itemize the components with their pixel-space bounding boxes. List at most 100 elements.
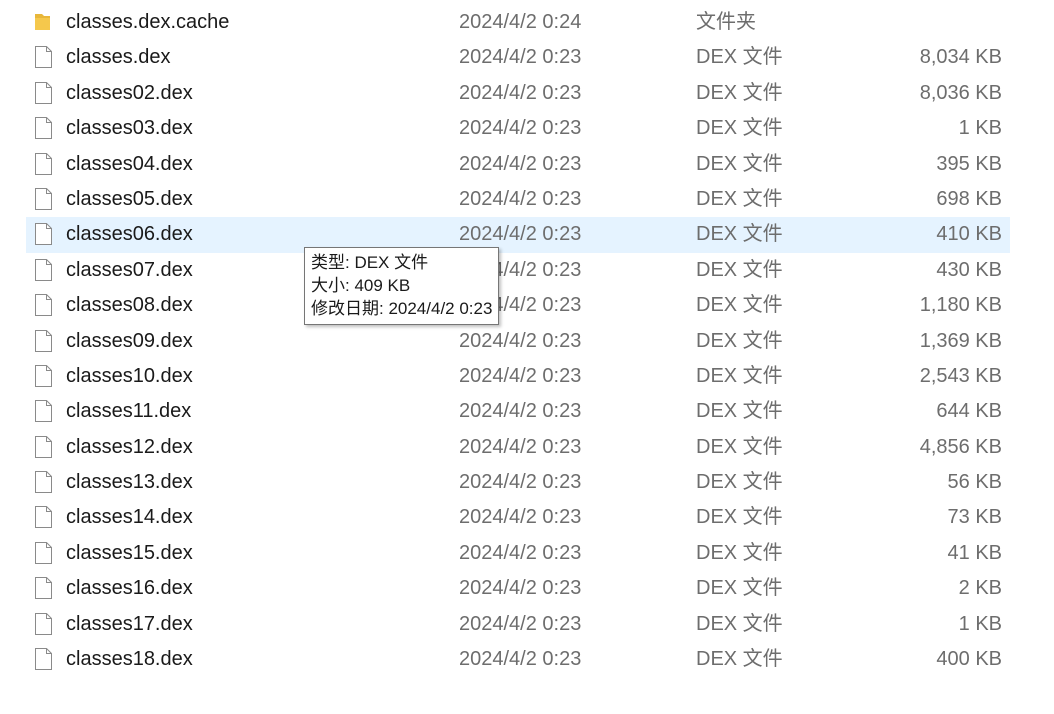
file-row[interactable]: classes06.dex 2024/4/2 0:23 DEX 文件 410 KB <box>26 217 1010 253</box>
file-icon <box>35 571 57 606</box>
file-row[interactable]: classes.dex 2024/4/2 0:23 DEX 文件 8,034 KB <box>26 40 1010 75</box>
file-size: 400 KB <box>936 648 1002 671</box>
file-type: DEX 文件 <box>696 471 783 494</box>
file-size: 41 KB <box>947 541 1002 564</box>
file-icon <box>35 359 57 394</box>
file-row[interactable]: classes04.dex 2024/4/2 0:23 DEX 文件 395 KB <box>26 147 1010 182</box>
file-name: classes14.dex <box>66 506 193 529</box>
file-row[interactable]: classes17.dex 2024/4/2 0:23 DEX 文件 1 KB <box>26 607 1010 642</box>
file-icon <box>35 111 57 146</box>
file-size: 644 KB <box>936 400 1002 423</box>
file-name: classes04.dex <box>66 152 193 175</box>
file-size: 1 KB <box>958 612 1002 635</box>
file-name: classes17.dex <box>66 612 193 635</box>
file-icon <box>35 394 57 429</box>
tooltip-size: 大小: 409 KB <box>311 276 411 295</box>
file-name: classes06.dex <box>66 223 193 246</box>
file-date: 2024/4/2 0:23 <box>459 648 582 671</box>
file-size: 410 KB <box>936 223 1002 246</box>
file-icon <box>35 642 57 677</box>
file-list: classes.dex.cache 2024/4/2 0:24 文件夹 classes… <box>0 5 1054 677</box>
file-row[interactable]: classes03.dex 2024/4/2 0:23 DEX 文件 1 KB <box>26 111 1010 146</box>
file-icon <box>35 182 57 217</box>
file-row[interactable]: classes05.dex 2024/4/2 0:23 DEX 文件 698 KB <box>26 182 1010 217</box>
file-size: 73 KB <box>947 506 1002 529</box>
file-row[interactable]: classes07.dex 2024/4/2 0:23 DEX 文件 430 KB <box>26 253 1010 288</box>
file-icon <box>35 288 57 323</box>
file-type: DEX 文件 <box>696 506 783 529</box>
file-type: DEX 文件 <box>696 258 783 281</box>
file-row[interactable]: classes14.dex 2024/4/2 0:23 DEX 文件 73 KB <box>26 500 1010 535</box>
file-icon <box>35 217 57 252</box>
file-date: 2024/4/2 0:23 <box>459 612 582 635</box>
file-icon <box>35 324 57 359</box>
file-date: 2024/4/2 0:23 <box>459 117 582 140</box>
file-date: 2024/4/2 0:23 <box>459 400 582 423</box>
file-name: classes13.dex <box>66 471 193 494</box>
file-name: classes08.dex <box>66 294 193 317</box>
file-row[interactable]: classes10.dex 2024/4/2 0:23 DEX 文件 2,543 KB <box>26 359 1010 394</box>
file-size: 56 KB <box>947 471 1002 494</box>
file-date: 2024/4/2 0:23 <box>459 187 582 210</box>
file-date: 2024/4/2 0:23 <box>459 471 582 494</box>
file-icon <box>35 607 57 642</box>
file-name: classes05.dex <box>66 187 193 210</box>
file-name: classes07.dex <box>66 258 193 281</box>
file-row[interactable]: classes09.dex 2024/4/2 0:23 DEX 文件 1,369 KB <box>26 324 1010 359</box>
file-name: classes03.dex <box>66 117 193 140</box>
file-size: 2,543 KB <box>919 364 1002 387</box>
tooltip-type: 类型: DEX 文件 <box>311 253 429 272</box>
file-size: 1,369 KB <box>919 329 1002 352</box>
file-type: DEX 文件 <box>696 541 783 564</box>
file-size: 430 KB <box>936 258 1002 281</box>
file-date: 2024/4/2 0:23 <box>459 364 582 387</box>
file-icon <box>35 465 57 500</box>
file-name: classes.dex.cache <box>66 11 230 33</box>
file-name: classes15.dex <box>66 541 193 564</box>
file-type: DEX 文件 <box>696 223 783 246</box>
file-type: DEX 文件 <box>696 294 783 317</box>
file-row[interactable]: classes12.dex 2024/4/2 0:23 DEX 文件 4,856 KB <box>26 430 1010 465</box>
file-type: DEX 文件 <box>696 400 783 423</box>
file-size: 8,034 KB <box>919 46 1002 69</box>
file-row[interactable]: classes13.dex 2024/4/2 0:23 DEX 文件 56 KB <box>26 465 1010 500</box>
file-icon <box>35 430 57 465</box>
file-row[interactable]: classes02.dex 2024/4/2 0:23 DEX 文件 8,036 KB <box>26 76 1010 111</box>
file-size: 698 KB <box>936 187 1002 210</box>
file-icon <box>35 147 57 182</box>
file-name: classes16.dex <box>66 577 193 600</box>
file-icon <box>35 40 57 75</box>
file-date: 2024/4/2 0:23 <box>459 541 582 564</box>
file-type: 文件夹 <box>696 11 756 33</box>
file-date: 2024/4/2 0:23 <box>459 435 582 458</box>
file-row[interactable]: classes11.dex 2024/4/2 0:23 DEX 文件 644 KB <box>26 394 1010 429</box>
folder-icon <box>35 5 57 40</box>
file-row[interactable]: classes15.dex 2024/4/2 0:23 DEX 文件 41 KB <box>26 536 1010 571</box>
file-type: DEX 文件 <box>696 152 783 175</box>
file-name: classes12.dex <box>66 435 193 458</box>
file-name: classes11.dex <box>66 400 192 423</box>
file-row[interactable]: classes16.dex 2024/4/2 0:23 DEX 文件 2 KB <box>26 571 1010 606</box>
file-type: DEX 文件 <box>696 187 783 210</box>
file-type: DEX 文件 <box>696 648 783 671</box>
file-date: 2024/4/2 0:23 <box>459 46 582 69</box>
file-size: 1,180 KB <box>919 294 1002 317</box>
file-icon <box>35 500 57 535</box>
file-date: 2024/4/2 0:23 <box>459 329 582 352</box>
file-size: 8,036 KB <box>919 81 1002 104</box>
file-type: DEX 文件 <box>696 364 783 387</box>
file-date: 2024/4/2 0:23 <box>459 506 582 529</box>
file-type: DEX 文件 <box>696 612 783 635</box>
file-row[interactable]: classes.dex.cache 2024/4/2 0:24 文件夹 <box>26 5 1010 40</box>
file-name: classes09.dex <box>66 329 193 352</box>
file-row[interactable]: classes18.dex 2024/4/2 0:23 DEX 文件 400 KB <box>26 642 1010 677</box>
file-icon <box>35 536 57 571</box>
file-row[interactable]: classes08.dex 2024/4/2 0:23 DEX 文件 1,180 KB <box>26 288 1010 323</box>
file-type: DEX 文件 <box>696 435 783 458</box>
file-date: 2024/4/2 0:23 <box>459 152 582 175</box>
file-type: DEX 文件 <box>696 117 783 140</box>
file-name: classes10.dex <box>66 364 193 387</box>
file-size: 2 KB <box>958 577 1002 600</box>
file-date: 2024/4/2 0:23 <box>459 577 582 600</box>
file-type: DEX 文件 <box>696 329 783 352</box>
